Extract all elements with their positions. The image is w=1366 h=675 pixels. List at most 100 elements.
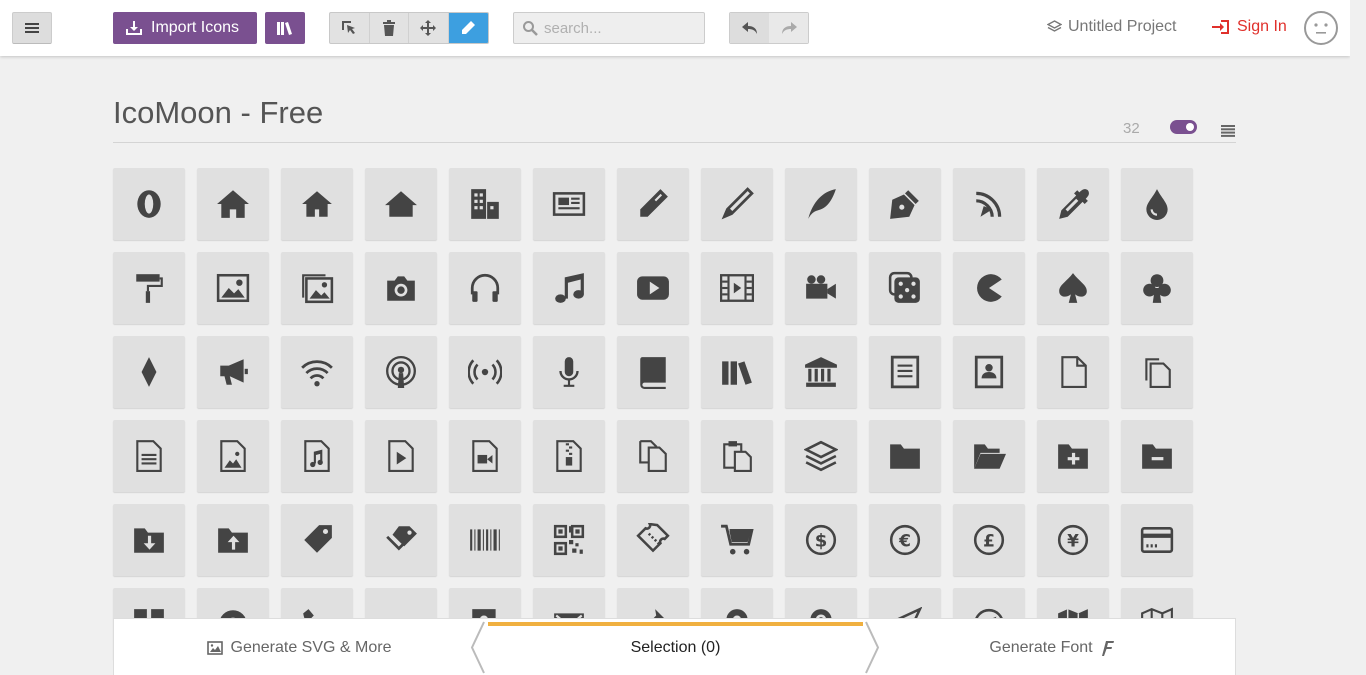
icon-tile-folder-plus[interactable] bbox=[1037, 420, 1109, 492]
icon-tile-office[interactable] bbox=[449, 168, 521, 240]
set-menu-button[interactable] bbox=[1221, 122, 1235, 137]
icon-tile-books[interactable] bbox=[701, 336, 773, 408]
icon-tile-credit-card[interactable] bbox=[1121, 504, 1193, 576]
icon-tile-home2[interactable] bbox=[281, 168, 353, 240]
icon-tile-play[interactable] bbox=[617, 252, 689, 324]
book-icon bbox=[640, 357, 666, 389]
icon-tile-paste[interactable] bbox=[701, 420, 773, 492]
icon-tile-home3[interactable] bbox=[365, 168, 437, 240]
project-selector[interactable]: Untitled Project bbox=[1047, 18, 1177, 36]
icon-tile-library[interactable] bbox=[785, 336, 857, 408]
icon-tile-qrcode[interactable] bbox=[533, 504, 605, 576]
icon-tile-clubs[interactable] bbox=[1121, 252, 1193, 324]
icon-tile-music[interactable] bbox=[533, 252, 605, 324]
icon-tile-profile[interactable] bbox=[953, 336, 1025, 408]
icon-tile-pen[interactable] bbox=[869, 168, 941, 240]
icon-tile-book[interactable] bbox=[617, 336, 689, 408]
icon-tile-coin-euro[interactable]: € bbox=[869, 504, 941, 576]
icon-tile-file-empty[interactable] bbox=[1037, 336, 1109, 408]
icon-tile-home[interactable] bbox=[197, 168, 269, 240]
user-avatar[interactable] bbox=[1304, 11, 1338, 45]
import-icon bbox=[126, 21, 142, 35]
icon-tile-pacman[interactable] bbox=[953, 252, 1025, 324]
bullhorn-icon bbox=[220, 359, 248, 385]
import-icons-button[interactable]: Import Icons bbox=[113, 12, 257, 44]
generate-svg-button[interactable]: Generate SVG & More bbox=[114, 619, 484, 675]
edit-mode-toolbar bbox=[329, 12, 489, 44]
icon-tile-file-text2[interactable] bbox=[113, 420, 185, 492]
image-icon bbox=[206, 640, 223, 655]
icon-tile-diamonds[interactable] bbox=[113, 336, 185, 408]
icon-tile-price-tags[interactable] bbox=[365, 504, 437, 576]
icon-tile-cart[interactable] bbox=[701, 504, 773, 576]
delete-tool-button[interactable] bbox=[370, 13, 409, 43]
edit-tool-button[interactable] bbox=[448, 13, 488, 43]
coin-dollar-icon: $ bbox=[805, 524, 837, 556]
icon-tile-paint-format[interactable] bbox=[113, 252, 185, 324]
icon-tile-droplet[interactable] bbox=[1121, 168, 1193, 240]
icon-tile-film[interactable] bbox=[701, 252, 773, 324]
spades-icon bbox=[1059, 273, 1087, 303]
icon-tile-folder-minus[interactable] bbox=[1121, 420, 1193, 492]
icon-tile-blog[interactable] bbox=[953, 168, 1025, 240]
generate-font-button[interactable]: Generate Font bbox=[867, 619, 1237, 675]
icon-tile-pencil2[interactable] bbox=[701, 168, 773, 240]
search-input[interactable] bbox=[544, 19, 694, 37]
icon-tile-file-play[interactable] bbox=[365, 420, 437, 492]
set-visibility-toggle[interactable] bbox=[1170, 120, 1197, 134]
icon-tile-folder[interactable] bbox=[869, 420, 941, 492]
icon-tile-camera[interactable] bbox=[365, 252, 437, 324]
redo-button[interactable] bbox=[769, 13, 808, 43]
icon-tile-stack[interactable] bbox=[785, 420, 857, 492]
search-icon bbox=[523, 21, 538, 36]
sign-in-link[interactable]: Sign In bbox=[1212, 18, 1287, 36]
folder-minus-icon bbox=[1142, 444, 1172, 469]
icon-tile-connection[interactable] bbox=[281, 336, 353, 408]
icon-tile-ticket[interactable] bbox=[617, 504, 689, 576]
page-scrollbar[interactable] bbox=[1350, 0, 1366, 675]
select-tool-button[interactable] bbox=[330, 13, 370, 43]
stack-icon bbox=[804, 440, 838, 472]
icon-count: 32 bbox=[1123, 120, 1140, 137]
icon-tile-video-camera[interactable] bbox=[785, 252, 857, 324]
icon-tile-files-empty[interactable] bbox=[1121, 336, 1193, 408]
icon-tile-images[interactable] bbox=[281, 252, 353, 324]
selection-tab[interactable]: Selection (0) bbox=[488, 619, 863, 675]
icon-tile-file-picture[interactable] bbox=[197, 420, 269, 492]
select-cursor-icon bbox=[342, 21, 356, 34]
move-tool-button[interactable] bbox=[409, 13, 449, 43]
icon-tile-file-text[interactable] bbox=[869, 336, 941, 408]
icon-tile-spades[interactable] bbox=[1037, 252, 1109, 324]
icon-tile-bullhorn[interactable] bbox=[197, 336, 269, 408]
icon-library-button[interactable] bbox=[265, 12, 305, 44]
icon-tile-coin-dollar[interactable]: $ bbox=[785, 504, 857, 576]
main-menu-button[interactable] bbox=[12, 12, 52, 44]
search-box bbox=[513, 12, 705, 44]
icon-tile-dice[interactable] bbox=[869, 252, 941, 324]
icon-tile-feed[interactable] bbox=[449, 336, 521, 408]
icon-tile-coin-yen[interactable]: ¥ bbox=[1037, 504, 1109, 576]
icon-tile-pencil[interactable] bbox=[617, 168, 689, 240]
icon-tile-mic[interactable] bbox=[533, 336, 605, 408]
icon-tile-folder-open[interactable] bbox=[953, 420, 1025, 492]
icon-tile-folder-upload[interactable] bbox=[197, 504, 269, 576]
folder-download-icon bbox=[134, 528, 164, 553]
icon-tile-copy[interactable] bbox=[617, 420, 689, 492]
image-icon bbox=[216, 273, 250, 303]
undo-button[interactable] bbox=[730, 13, 769, 43]
icon-tile-coin-pound[interactable]: £ bbox=[953, 504, 1025, 576]
icon-tile-icomoon[interactable] bbox=[113, 168, 185, 240]
icon-tile-podcast[interactable] bbox=[365, 336, 437, 408]
icon-tile-eyedropper[interactable] bbox=[1037, 168, 1109, 240]
icon-tile-folder-download[interactable] bbox=[113, 504, 185, 576]
icon-tile-image[interactable] bbox=[197, 252, 269, 324]
icon-tile-file-music[interactable] bbox=[281, 420, 353, 492]
icon-tile-price-tag[interactable] bbox=[281, 504, 353, 576]
icon-tile-headphones[interactable] bbox=[449, 252, 521, 324]
icon-tile-newspaper[interactable] bbox=[533, 168, 605, 240]
icon-tile-quill[interactable] bbox=[785, 168, 857, 240]
icon-tile-file-video[interactable] bbox=[449, 420, 521, 492]
music-icon bbox=[555, 273, 584, 303]
icon-tile-file-zip[interactable] bbox=[533, 420, 605, 492]
icon-tile-barcode[interactable] bbox=[449, 504, 521, 576]
